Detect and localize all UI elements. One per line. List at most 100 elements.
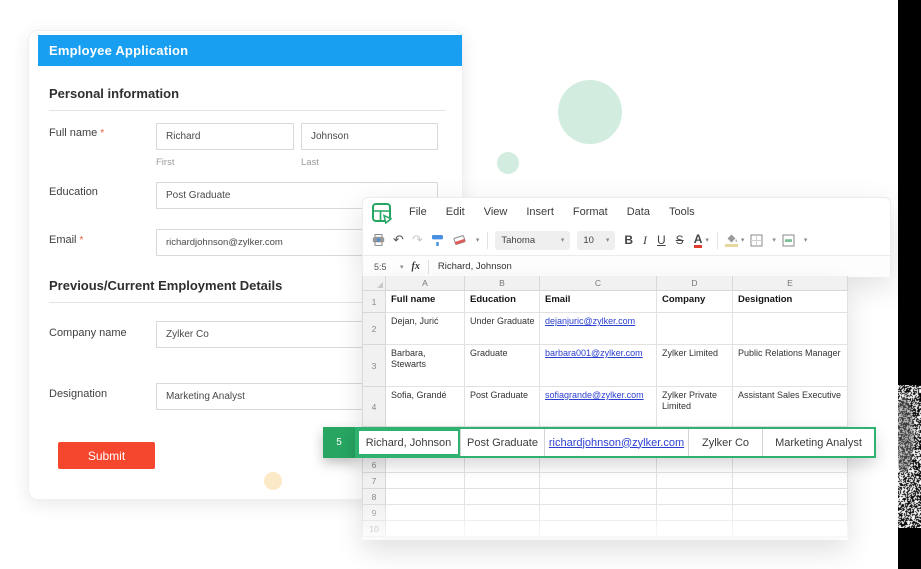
row-number[interactable]: 2 <box>362 313 386 345</box>
row-number[interactable]: 6 <box>362 457 386 473</box>
format-painter-icon[interactable] <box>431 234 444 247</box>
font-family-select[interactable]: Tahoma ▾ <box>495 231 570 250</box>
formula-bar-value[interactable]: Richard, Johnson <box>438 261 512 272</box>
bold-button[interactable]: B <box>624 233 633 247</box>
cell-a2[interactable]: Dejan, Jurić <box>386 313 465 345</box>
cell-c6[interactable] <box>540 457 657 473</box>
column-header-e[interactable]: E <box>733 276 848 291</box>
cell-d10[interactable] <box>657 521 733 537</box>
cell-b4[interactable]: Post Graduate <box>465 387 540 427</box>
row-number-5-selected[interactable]: 5 <box>323 427 355 458</box>
borders-icon[interactable] <box>750 234 763 247</box>
row-number[interactable]: 3 <box>362 345 386 387</box>
cell-e2[interactable] <box>733 313 848 345</box>
cell-c1[interactable]: Email <box>540 291 657 313</box>
chevron-down-icon[interactable]: ▾ <box>400 263 404 271</box>
cell-c5-highlight[interactable]: richardjohnson@zylker.com <box>544 429 688 456</box>
column-header-d[interactable]: D <box>657 276 733 291</box>
chevron-down-icon[interactable]: ▾ <box>741 236 745 244</box>
cell-c10[interactable] <box>540 521 657 537</box>
row-number[interactable]: 4 <box>362 387 386 427</box>
cell-a1[interactable]: Full name <box>386 291 465 313</box>
cell-b10[interactable] <box>465 521 540 537</box>
cell-e3[interactable]: Public Relations Manager <box>733 345 848 387</box>
cell-d9[interactable] <box>657 505 733 521</box>
font-color-button[interactable]: A <box>694 233 703 248</box>
active-cell-a5[interactable]: Richard, Johnson <box>357 429 460 456</box>
cell-d1[interactable]: Company <box>657 291 733 313</box>
cell-d8[interactable] <box>657 489 733 505</box>
cell-d3[interactable]: Zylker Limited <box>657 345 733 387</box>
chevron-down-icon[interactable]: ▾ <box>476 236 480 244</box>
cell-b3[interactable]: Graduate <box>465 345 540 387</box>
cell-b1[interactable]: Education <box>465 291 540 313</box>
row-number[interactable]: 1 <box>362 291 386 313</box>
cell-d7[interactable] <box>657 473 733 489</box>
cell-b8[interactable] <box>465 489 540 505</box>
submit-button[interactable]: Submit <box>58 442 155 469</box>
cell-d4[interactable]: Zylker Private Limited <box>657 387 733 427</box>
undo-icon[interactable]: ↶ <box>393 232 404 248</box>
merge-cells-icon[interactable] <box>782 234 795 247</box>
cell-d6[interactable] <box>657 457 733 473</box>
cell-a3[interactable]: Barbara, Stewarts <box>386 345 465 387</box>
first-name-input[interactable] <box>156 123 294 150</box>
eraser-icon[interactable] <box>452 234 467 247</box>
chevron-down-icon[interactable]: ▾ <box>804 236 808 244</box>
cell-c3[interactable]: barbara001@zylker.com <box>540 345 657 387</box>
cell-a9[interactable] <box>386 505 465 521</box>
cell-d5-highlight[interactable]: Zylker Co <box>688 429 762 456</box>
cell-c7[interactable] <box>540 473 657 489</box>
column-header-b[interactable]: B <box>465 276 540 291</box>
italic-button[interactable]: I <box>643 233 647 248</box>
email-link[interactable]: sofiagrande@zylker.com <box>545 390 644 400</box>
cell-c8[interactable] <box>540 489 657 505</box>
menu-view[interactable]: View <box>484 206 508 218</box>
row-number[interactable]: 10 <box>362 521 386 537</box>
cell-a6[interactable] <box>386 457 465 473</box>
cell-e7[interactable] <box>733 473 848 489</box>
cell-c9[interactable] <box>540 505 657 521</box>
strikethrough-button[interactable]: S <box>676 233 684 247</box>
column-header-a[interactable]: A <box>386 276 465 291</box>
print-icon[interactable] <box>372 234 385 246</box>
chevron-down-icon[interactable]: ▾ <box>705 236 709 244</box>
cell-c2[interactable]: dejanjuric@zylker.com <box>540 313 657 345</box>
email-link[interactable]: barbara001@zylker.com <box>545 348 643 358</box>
cell-a7[interactable] <box>386 473 465 489</box>
redo-icon[interactable]: ↷ <box>412 232 423 248</box>
menu-data[interactable]: Data <box>627 206 650 218</box>
cell-c4[interactable]: sofiagrande@zylker.com <box>540 387 657 427</box>
row-number[interactable]: 7 <box>362 473 386 489</box>
fill-color-button[interactable] <box>725 233 738 247</box>
cell-a10[interactable] <box>386 521 465 537</box>
chevron-down-icon[interactable]: ▾ <box>772 236 776 244</box>
cell-e4[interactable]: Assistant Sales Executive <box>733 387 848 427</box>
menu-insert[interactable]: Insert <box>526 206 554 218</box>
cell-a8[interactable] <box>386 489 465 505</box>
cell-a4[interactable]: Sofia, Grandé <box>386 387 465 427</box>
last-name-input[interactable] <box>301 123 438 150</box>
cell-b2[interactable]: Under Graduate <box>465 313 540 345</box>
email-link[interactable]: dejanjuric@zylker.com <box>545 316 635 326</box>
cell-b7[interactable] <box>465 473 540 489</box>
cell-e9[interactable] <box>733 505 848 521</box>
menu-edit[interactable]: Edit <box>446 206 465 218</box>
row-number[interactable]: 8 <box>362 489 386 505</box>
underline-button[interactable]: U <box>657 233 666 247</box>
cell-e10[interactable] <box>733 521 848 537</box>
cell-e5-highlight[interactable]: Marketing Analyst <box>762 429 874 456</box>
cell-b9[interactable] <box>465 505 540 521</box>
select-all-corner[interactable] <box>362 276 386 291</box>
cell-e1[interactable]: Designation <box>733 291 848 313</box>
email-link[interactable]: richardjohnson@zylker.com <box>549 437 684 449</box>
menu-tools[interactable]: Tools <box>669 206 695 218</box>
cell-e6[interactable] <box>733 457 848 473</box>
cell-e8[interactable] <box>733 489 848 505</box>
row-number[interactable]: 9 <box>362 505 386 521</box>
font-size-select[interactable]: 10 ▾ <box>577 231 615 250</box>
menu-file[interactable]: File <box>409 206 427 218</box>
menu-format[interactable]: Format <box>573 206 608 218</box>
cell-d2[interactable] <box>657 313 733 345</box>
cell-b6[interactable] <box>465 457 540 473</box>
